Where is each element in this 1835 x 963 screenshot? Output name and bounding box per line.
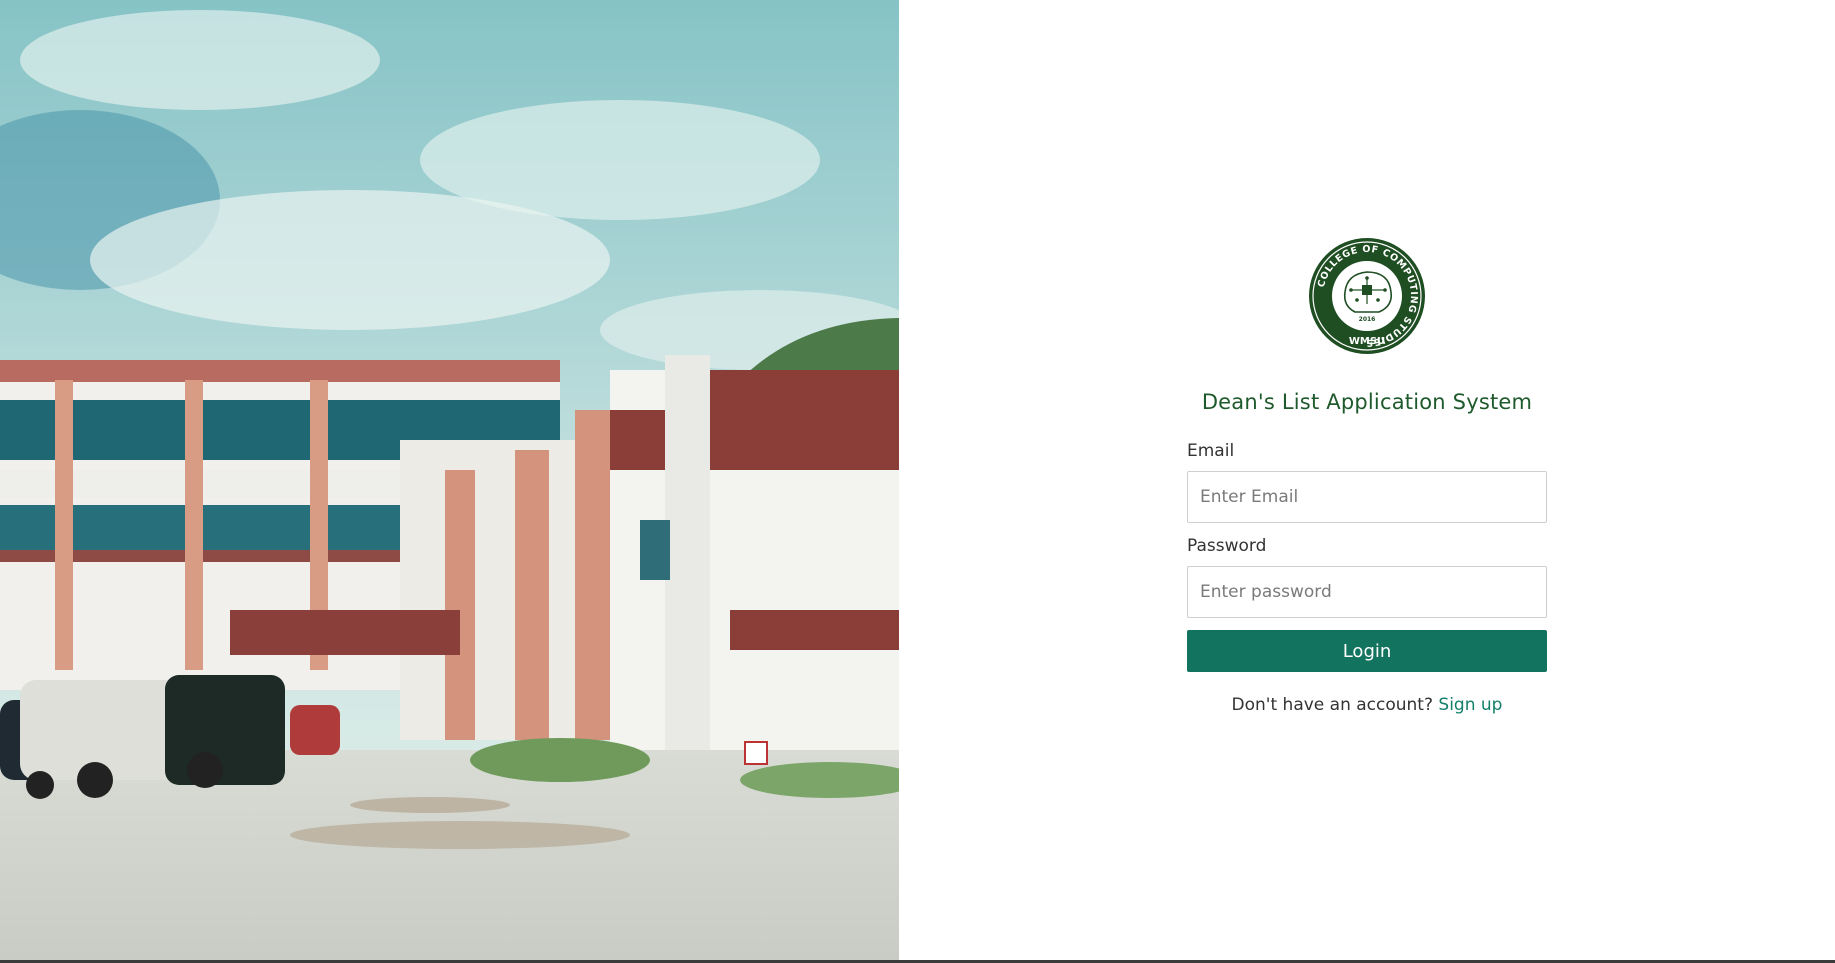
signup-prompt: Don't have an account? [1231, 695, 1439, 715]
signup-link[interactable]: Sign up [1438, 695, 1502, 715]
app-title: Dean's List Application System [1201, 390, 1533, 414]
svg-text:2016: 2016 [1359, 316, 1376, 323]
signup-row: Don't have an account? Sign up [1187, 695, 1547, 715]
login-panel: COLLEGE OF COMPUTING STUDIES 2016 WMSU D… [899, 0, 1835, 960]
email-label: Email [1187, 441, 1235, 461]
email-input[interactable] [1187, 471, 1547, 523]
login-button[interactable]: Login [1187, 630, 1547, 672]
college-seal-logo: COLLEGE OF COMPUTING STUDIES 2016 WMSU [1307, 236, 1427, 356]
password-label: Password [1187, 536, 1267, 556]
svg-text:WMSU: WMSU [1349, 336, 1385, 347]
password-input[interactable] [1187, 566, 1547, 618]
login-page: COLLEGE OF COMPUTING STUDIES 2016 WMSU D… [0, 0, 1835, 963]
login-form: Email Password Login Don't have an accou… [1187, 440, 1547, 715]
campus-photo [0, 0, 899, 960]
